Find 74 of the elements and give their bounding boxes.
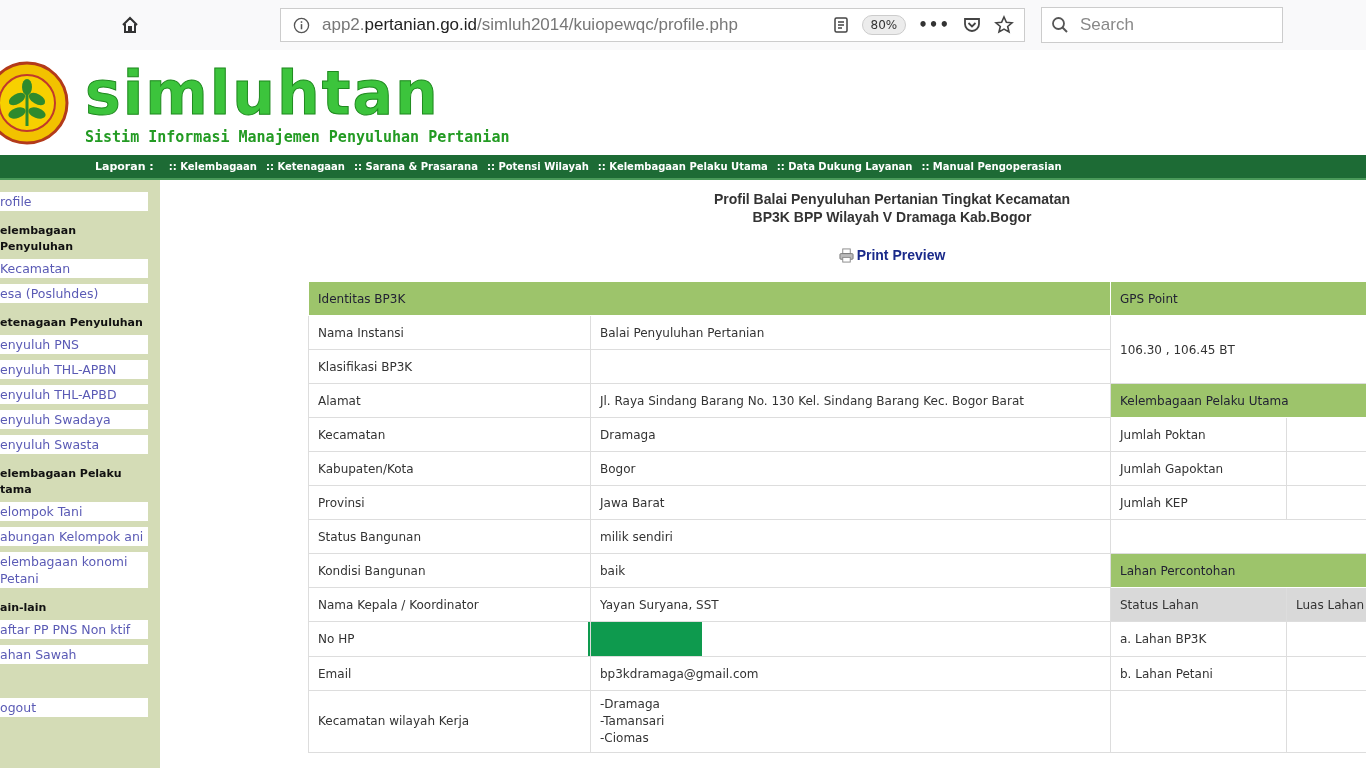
home-icon[interactable]: [120, 15, 140, 35]
table-cell: Kondisi Bangunan: [308, 553, 591, 588]
sidebar-link[interactable]: enyuluh Swasta: [0, 435, 148, 454]
sidebar-link[interactable]: esa (Posluhdes): [0, 284, 148, 303]
sidebar-link[interactable]: ogout: [0, 698, 148, 717]
sidebar-link[interactable]: Kecamatan: [0, 259, 148, 278]
sidebar-heading: ain-lain: [0, 600, 48, 616]
table-cell: Yayan Suryana, SST: [590, 587, 1111, 622]
table-cell: Email: [308, 656, 591, 691]
nav-link[interactable]: :: Kelembagaan: [168, 161, 257, 172]
nav-link[interactable]: :: Ketenagaan: [265, 161, 345, 172]
table-cell: Dramaga: [590, 417, 1111, 452]
table-cell: Jumlah Gapoktan: [1110, 451, 1287, 486]
table-cell: milik sendiri: [590, 519, 1111, 554]
sidebar-heading: elembagaan Pelaku tama: [0, 466, 123, 498]
sidebar-heading: elembagaan Penyuluhan: [0, 223, 77, 255]
search-field[interactable]: Search: [1041, 7, 1283, 43]
table-cell: -Dramaga -Tamansari -Ciomas: [590, 690, 1111, 753]
nav-link[interactable]: :: Sarana & Prasarana: [354, 161, 478, 172]
sidebar-link[interactable]: abungan Kelompok ani: [0, 527, 148, 546]
table-cell: Kabupaten/Kota: [308, 451, 591, 486]
reader-view-icon[interactable]: [831, 16, 850, 34]
table-cell: Jawa Barat: [590, 485, 1111, 520]
zoom-badge[interactable]: 80%: [861, 15, 907, 35]
table-cell: Jumlah Poktan: [1110, 417, 1287, 452]
sidebar-link[interactable]: enyuluh Swadaya: [0, 410, 148, 429]
sidebar-link[interactable]: enyuluh PNS: [0, 335, 148, 354]
sidebar-link[interactable]: ahan Sawah: [0, 645, 148, 664]
table-cell: bp3kdramaga@gmail.com: [590, 656, 1111, 691]
address-bar[interactable]: app2.pertanian.go.id/simluh2014/kuiopewqc/profile.php 80% •••: [280, 8, 1025, 42]
sidebar-link[interactable]: elompok Tani: [0, 502, 148, 521]
page-actions-menu[interactable]: •••: [918, 16, 950, 34]
table-header: GPS Point: [1110, 281, 1366, 316]
table-cell: Nama Kepala / Koordinator: [308, 587, 591, 622]
sidebar-heading: etenagaan Penyuluhan: [0, 315, 144, 331]
table-header: Kelembagaan Pelaku Utama: [1110, 383, 1366, 418]
sidebar-link[interactable]: aftar PP PNS Non ktif: [0, 620, 148, 639]
table-cell: Balai Penyuluhan Pertanian: [590, 315, 1111, 350]
sidebar-link[interactable]: enyuluh THL-APBD: [0, 385, 148, 404]
printer-icon: [838, 247, 854, 263]
table-cell: Nama Instansi: [308, 315, 591, 350]
table-cell: Kecamatan wilayah Kerja: [308, 690, 591, 753]
info-icon[interactable]: [293, 16, 310, 34]
pocket-icon[interactable]: [962, 15, 982, 35]
table-cell: b. Lahan Petani: [1110, 656, 1287, 691]
sidebar-link[interactable]: rofile: [0, 192, 148, 211]
column-header: Luas Lahan: [1286, 587, 1366, 622]
nav-link[interactable]: :: Manual Pengoperasian: [921, 161, 1062, 172]
sidebar-link[interactable]: enyuluh THL-APBN: [0, 360, 148, 379]
nav-link[interactable]: :: Potensi Wilayah: [486, 161, 589, 172]
site-subtitle: Sistim Informasi Manajemen Penyuluhan Pertanian: [85, 127, 510, 146]
table-header: Identitas BP3K: [308, 281, 1111, 316]
table-cell: a. Lahan BP3K: [1110, 621, 1287, 657]
table-cell: Bogor: [590, 451, 1111, 486]
nav-link[interactable]: :: Data Dukung Layanan: [776, 161, 913, 172]
table-cell: Jl. Raya Sindang Barang No. 130 Kel. Sindang Barang Kec. Bogor Barat: [590, 383, 1111, 418]
site-logo: simluhtan: [85, 59, 441, 126]
table-cell: Jumlah KEP: [1110, 485, 1287, 520]
table-cell: Kecamatan: [308, 417, 591, 452]
column-header: Status Lahan: [1110, 587, 1287, 622]
nav-link[interactable]: :: Kelembagaan Pelaku Utama: [597, 161, 768, 172]
table-cell: Status Bangunan: [308, 519, 591, 554]
page-title: BP3K BPP Wilayah V Dramaga Kab.Bogor: [751, 208, 1033, 226]
print-preview-link[interactable]: Print Preview: [856, 247, 946, 263]
table-cell: Provinsi: [308, 485, 591, 520]
nav-label: Laporan :: [95, 160, 154, 173]
table-cell: baik: [590, 553, 1111, 588]
star-icon[interactable]: [994, 15, 1014, 35]
url-text: app2.pertanian.go.id/simluh2014/kuiopewqc/profile.php: [322, 15, 738, 35]
page-title: Profil Balai Penyuluhan Pertanian Tingkat Kecamatan: [712, 190, 1072, 208]
sidebar-link[interactable]: elembagaan konomi Petani: [0, 552, 148, 588]
table-cell: Klasifikasi BP3K: [308, 349, 591, 384]
table-header: Lahan Percontohan: [1110, 553, 1366, 588]
table-cell: Alamat: [308, 383, 591, 418]
